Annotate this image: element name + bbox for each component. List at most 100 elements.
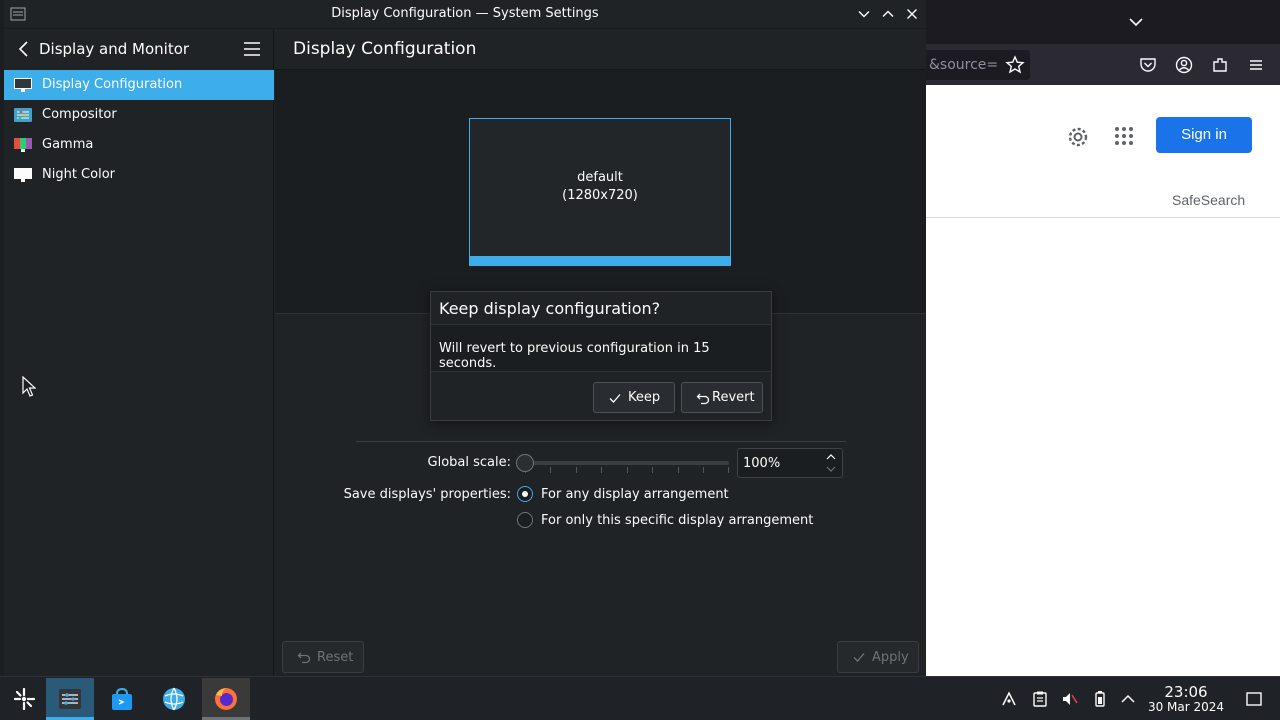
taskbar: 23:06 30 Mar 2024 <box>0 676 1280 720</box>
bookmark-star-icon[interactable] <box>1004 54 1026 76</box>
list-all-tabs-icon[interactable] <box>1126 12 1146 32</box>
slider-tick <box>627 467 628 473</box>
slider-tick <box>703 467 704 473</box>
reset-label: Reset <box>317 650 354 665</box>
sidebar-item-label: Display Configuration <box>42 77 183 92</box>
apply-button[interactable]: Apply <box>837 641 919 673</box>
minimize-icon[interactable] <box>856 6 872 22</box>
revert-button[interactable]: Revert <box>681 382 763 413</box>
close-icon[interactable] <box>904 6 920 22</box>
settings-gear-icon[interactable] <box>1066 125 1090 149</box>
apply-label: Apply <box>872 650 909 665</box>
save-properties-label: Save displays' properties: <box>343 487 511 502</box>
system-settings-icon <box>59 689 81 709</box>
monitor-icon <box>14 78 32 92</box>
taskbar-system-settings[interactable] <box>46 678 94 720</box>
url-text: &source= <box>929 57 999 73</box>
page-title: Display Configuration <box>293 39 477 59</box>
slider-tick <box>576 467 577 473</box>
divider <box>356 441 846 442</box>
firefox-window: &source= Sign in SafeSearch <box>926 0 1280 676</box>
extensions-icon[interactable] <box>1209 54 1231 76</box>
global-scale-label: Global scale: <box>427 455 511 470</box>
radio-any-arrangement-label[interactable]: For any display arrangement <box>541 487 729 502</box>
window-title: Display Configuration — System Settings <box>331 6 599 21</box>
sidebar-item-label: Compositor <box>42 107 117 122</box>
dialog-body: Will revert to previous configuration in… <box>431 324 771 372</box>
sidebar-item-label: Gamma <box>42 137 94 152</box>
keep-label: Keep <box>628 390 661 405</box>
sidebar-item-night-color[interactable]: Night Color <box>4 160 274 190</box>
launcher-icon <box>13 687 36 711</box>
checkmark-icon <box>609 394 621 403</box>
slider-handle[interactable] <box>516 454 534 472</box>
web-page: Sign in SafeSearch <box>926 85 1280 676</box>
back-arrow-icon[interactable] <box>14 39 32 59</box>
sidebar-item-gamma[interactable]: Gamma <box>4 130 274 160</box>
sidebar-item-display-configuration[interactable]: Display Configuration <box>4 70 274 100</box>
spin-up-icon[interactable] <box>824 452 838 462</box>
divider <box>926 217 1280 218</box>
sidebar-title: Display and Monitor <box>39 40 190 58</box>
gamma-icon <box>14 138 32 152</box>
taskbar-web-browser[interactable] <box>150 678 198 720</box>
output-name: default <box>577 170 623 185</box>
radio-specific-arrangement-label[interactable]: For only this specific display arrangeme… <box>541 513 813 528</box>
clipboard-icon[interactable] <box>1031 690 1049 708</box>
maximize-icon[interactable] <box>880 6 896 22</box>
clock-date: 30 Mar 2024 <box>1147 700 1225 714</box>
slider-tick <box>728 467 729 473</box>
digital-clock[interactable]: 23:06 30 Mar 2024 <box>1140 683 1232 714</box>
display-arrangement-canvas[interactable]: default (1280x720) <box>275 70 926 314</box>
pocket-icon[interactable] <box>1137 54 1159 76</box>
safesearch-link[interactable]: SafeSearch <box>1172 192 1245 208</box>
google-apps-icon[interactable] <box>1113 125 1135 147</box>
radio-any-arrangement[interactable] <box>517 486 533 502</box>
hamburger-menu-icon[interactable] <box>243 41 261 57</box>
reset-button[interactable]: Reset <box>282 641 364 673</box>
account-icon[interactable] <box>1173 54 1195 76</box>
dialog-title: Keep display configuration? <box>439 299 661 318</box>
volume-muted-icon[interactable] <box>1061 690 1079 708</box>
title-bar[interactable]: Display Configuration — System Settings <box>4 0 926 29</box>
globe-icon <box>163 687 185 711</box>
sign-in-button[interactable]: Sign in <box>1156 117 1252 153</box>
global-scale-value: 100% <box>743 456 781 471</box>
firefox-icon <box>215 688 237 710</box>
show-desktop-icon[interactable] <box>1245 690 1263 708</box>
mouse-cursor-icon <box>22 376 36 397</box>
hamburger-menu-icon[interactable] <box>1245 54 1267 76</box>
keep-button[interactable]: Keep <box>593 382 675 413</box>
compositor-icon <box>14 108 32 122</box>
application-launcher[interactable] <box>0 678 48 720</box>
battery-icon[interactable] <box>1091 690 1109 708</box>
sidebar: Display and Monitor Display Configuratio… <box>4 29 274 676</box>
firefox-tab-bar <box>926 0 1280 44</box>
slider-tick <box>678 467 679 473</box>
network-icon[interactable] <box>1000 690 1018 708</box>
undo-icon <box>696 393 710 405</box>
undo-icon <box>297 652 311 664</box>
dialog-message: Will revert to previous configuration in… <box>439 341 710 371</box>
taskbar-firefox[interactable] <box>202 678 250 720</box>
spin-down-icon[interactable] <box>824 464 838 474</box>
discover-store-icon <box>112 687 132 710</box>
tray-expand-icon[interactable] <box>1119 690 1137 708</box>
taskbar-discover[interactable] <box>98 678 146 720</box>
night-color-icon <box>14 168 32 182</box>
main-header: Display Configuration <box>275 29 926 70</box>
output-default[interactable]: default (1280x720) <box>469 118 731 266</box>
sidebar-item-label: Night Color <box>42 167 115 182</box>
global-scale-spinbox[interactable]: 100% <box>737 448 843 478</box>
clock-time: 23:06 <box>1164 683 1208 701</box>
desktop: &source= Sign in SafeSearch Display Conf… <box>0 0 1280 720</box>
output-selected-bar <box>470 256 730 265</box>
checkmark-icon <box>853 653 865 662</box>
keep-configuration-dialog: Keep display configuration? Will revert … <box>430 291 772 421</box>
sidebar-item-compositor[interactable]: Compositor <box>4 100 274 130</box>
global-scale-slider[interactable] <box>525 461 729 465</box>
radio-specific-arrangement[interactable] <box>517 512 533 528</box>
output-resolution: (1280x720) <box>562 188 638 203</box>
slider-tick <box>550 467 551 473</box>
sidebar-header: Display and Monitor <box>4 29 274 70</box>
